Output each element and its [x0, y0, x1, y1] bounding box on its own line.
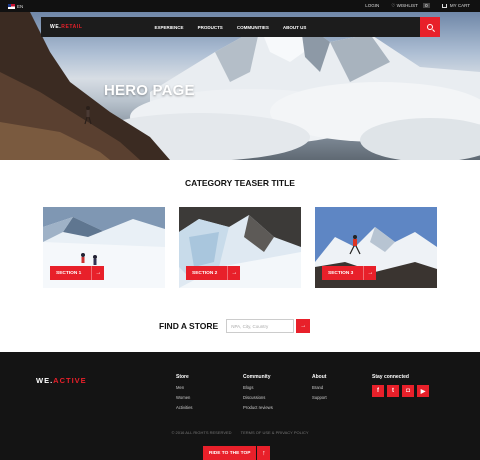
- footer-link-product-reviews[interactable]: Product reviews: [243, 405, 273, 410]
- login-link[interactable]: LOGIN: [365, 3, 379, 8]
- nav-link-communities[interactable]: COMMUNITIES: [237, 25, 269, 30]
- search-icon: [427, 24, 433, 30]
- section-2-label: SECTION 2: [192, 270, 218, 276]
- language-label: EN: [17, 3, 24, 9]
- footer-link-brand[interactable]: Brand: [312, 385, 327, 390]
- find-a-store-title: FIND A STORE: [159, 321, 219, 331]
- footer-column-title: About: [312, 374, 327, 380]
- instagram-icon[interactable]: ◘: [402, 385, 414, 397]
- footer-link-discussions[interactable]: Discussions: [243, 395, 273, 400]
- footer-social: Stay connected f t ◘ ▶: [372, 374, 429, 397]
- section-3-label: SECTION 3: [328, 270, 354, 276]
- cart-icon: [441, 3, 447, 8]
- footer-column-title: Store: [176, 374, 189, 380]
- section-1-label: SECTION 1: [56, 270, 82, 276]
- footer-logo-accent: ACTIVE: [53, 376, 87, 385]
- footer-column-community: Community Blogs Discussions Product revi…: [243, 374, 273, 414]
- nav-logo[interactable]: WE.RETAIL: [50, 24, 83, 30]
- category-card-3[interactable]: SECTION 3 →: [315, 207, 437, 288]
- cart-link[interactable]: MY CART: [441, 3, 470, 8]
- footer-logo[interactable]: WE.ACTIVE: [36, 376, 87, 385]
- arrow-right-icon: →: [227, 266, 240, 280]
- logo-main: WE.: [50, 24, 62, 30]
- logo-accent: RETAIL: [61, 24, 83, 30]
- section-1-button[interactable]: SECTION 1 →: [50, 266, 105, 280]
- nav-link-about-us[interactable]: ABOUT US: [283, 25, 307, 30]
- category-title: CATEGORY TEASER TITLE: [185, 178, 295, 188]
- language-selector[interactable]: EN: [8, 3, 24, 9]
- footer-link-support[interactable]: Support: [312, 395, 327, 400]
- hero-title: HERO PAGE: [104, 82, 195, 99]
- facebook-icon[interactable]: f: [372, 385, 384, 397]
- wishlist-count: 0: [423, 2, 430, 8]
- category-card-1[interactable]: SECTION 1 →: [43, 207, 165, 288]
- main-navigation: WE.RETAIL EXPERIENCE PRODUCTS COMMUNITIE…: [41, 17, 440, 37]
- heart-icon: ♡: [391, 2, 396, 8]
- footer-link-blogs[interactable]: Blogs: [243, 385, 273, 390]
- nav-link-experience[interactable]: EXPERIENCE: [155, 25, 184, 30]
- footer: WE.ACTIVE Store Men Women Activities Com…: [0, 352, 480, 460]
- footer-link-women[interactable]: Women: [176, 395, 193, 400]
- back-to-top-button[interactable]: RIDE TO THE TOP ↑: [203, 446, 271, 460]
- arrow-up-icon: ↑: [257, 446, 271, 460]
- footer-column-store: Store Men Women Activities: [176, 374, 193, 414]
- section-3-button[interactable]: SECTION 3 →: [322, 266, 377, 280]
- flag-icon: [8, 3, 15, 9]
- wishlist-label: WISHLIST: [396, 2, 418, 8]
- copyright-text: © 2016 ALL RIGHTS RESERVED: [171, 430, 232, 435]
- wishlist-link[interactable]: ♡ WISHLIST 0: [391, 2, 430, 9]
- footer-link-men[interactable]: Men: [176, 385, 193, 390]
- youtube-icon[interactable]: ▶: [417, 385, 429, 397]
- footer-column-title: Community: [243, 374, 271, 380]
- nav-link-products[interactable]: PRODUCTS: [198, 25, 223, 30]
- store-search-input[interactable]: [226, 319, 295, 333]
- cart-label: MY CART: [449, 3, 470, 8]
- footer-logo-main: WE.: [36, 376, 54, 385]
- terms-link[interactable]: TERMS OF USE & PRIVACY POLICY: [241, 430, 309, 435]
- back-to-top-label: RIDE TO THE TOP: [203, 446, 257, 460]
- footer-column-about: About Brand Support: [312, 374, 327, 405]
- twitter-icon[interactable]: t: [387, 385, 399, 397]
- footer-link-activities[interactable]: Activities: [176, 405, 193, 410]
- store-search-button[interactable]: →: [296, 319, 311, 333]
- category-card-2[interactable]: SECTION 2 →: [179, 207, 301, 288]
- legal-line: © 2016 ALL RIGHTS RESERVED TERMS OF USE …: [0, 430, 480, 435]
- section-2-button[interactable]: SECTION 2 →: [186, 266, 241, 280]
- search-button[interactable]: [420, 17, 440, 37]
- stay-connected-title: Stay connected: [372, 374, 409, 380]
- utility-bar: EN LOGIN ♡ WISHLIST 0 MY CART: [0, 0, 480, 12]
- arrow-right-icon: →: [363, 266, 376, 280]
- arrow-right-icon: →: [91, 266, 104, 280]
- find-a-store: FIND A STORE →: [159, 319, 311, 333]
